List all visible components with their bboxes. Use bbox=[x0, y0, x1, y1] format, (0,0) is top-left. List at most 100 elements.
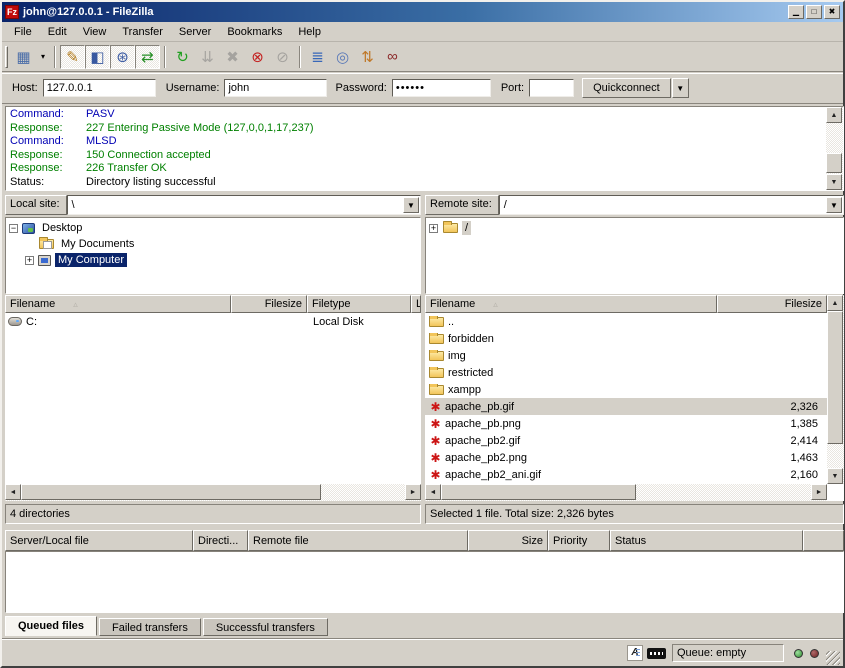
scroll-right-icon[interactable]: ► bbox=[405, 484, 421, 500]
file-row[interactable]: ✱apache_pb2.gif 2,414 bbox=[425, 432, 827, 449]
column-header-direction[interactable]: Directi... bbox=[193, 530, 248, 551]
scroll-thumb[interactable] bbox=[827, 311, 843, 444]
resize-grip[interactable] bbox=[826, 651, 840, 665]
scroll-left-icon[interactable]: ◄ bbox=[5, 484, 21, 500]
quickconnect-button[interactable]: Quickconnect bbox=[582, 78, 671, 98]
expand-icon[interactable]: + bbox=[429, 224, 438, 233]
scroll-down-icon[interactable]: ▼ bbox=[827, 468, 843, 484]
tree-item-root[interactable]: + / bbox=[429, 220, 843, 236]
scroll-right-icon[interactable]: ► bbox=[811, 484, 827, 500]
username-input[interactable] bbox=[224, 79, 327, 97]
site-manager-dropdown-icon[interactable]: ▾ bbox=[36, 45, 50, 69]
host-input[interactable] bbox=[43, 79, 156, 97]
column-header-status[interactable]: Status bbox=[610, 530, 803, 551]
toggle-local-tree-icon[interactable]: ◧ bbox=[85, 45, 110, 69]
menu-edit[interactable]: Edit bbox=[40, 23, 75, 41]
column-header-filename[interactable]: Filename▵ bbox=[425, 295, 717, 313]
tree-item-label[interactable]: Desktop bbox=[39, 221, 85, 235]
refresh-icon[interactable]: ↻ bbox=[170, 45, 195, 69]
site-manager-icon[interactable]: ▦ bbox=[11, 45, 36, 69]
combo-dropdown-icon[interactable]: ▼ bbox=[403, 197, 419, 213]
minimize-button[interactable]: ▁ bbox=[788, 5, 804, 19]
column-header-remote-file[interactable]: Remote file bbox=[248, 530, 468, 551]
tab-successful-transfers[interactable]: Successful transfers bbox=[203, 618, 328, 636]
scroll-thumb[interactable] bbox=[826, 153, 842, 173]
scroll-left-icon[interactable]: ◄ bbox=[425, 484, 441, 500]
remote-hscrollbar[interactable]: ◄ ► bbox=[425, 484, 827, 501]
tree-item-label[interactable]: / bbox=[462, 221, 471, 235]
scroll-thumb[interactable] bbox=[21, 484, 321, 500]
column-header-lastmodified[interactable]: L bbox=[411, 295, 421, 313]
reconnect-icon[interactable]: ⊘ bbox=[270, 45, 295, 69]
log-label: Status: bbox=[10, 176, 86, 190]
disk-drive-icon bbox=[8, 317, 22, 326]
filename-filters-icon[interactable]: ≣ bbox=[305, 45, 330, 69]
scroll-thumb[interactable] bbox=[441, 484, 636, 500]
menu-help[interactable]: Help bbox=[290, 23, 329, 41]
toggle-remote-tree-icon[interactable]: ⊛ bbox=[110, 45, 135, 69]
file-row[interactable]: restricted bbox=[425, 364, 827, 381]
directory-comparison-icon[interactable]: ◎ bbox=[330, 45, 355, 69]
find-files-icon[interactable]: ∞ bbox=[380, 45, 405, 69]
file-row[interactable]: ✱apache_pb2_ani.gif 2,160 bbox=[425, 466, 827, 483]
toggle-message-log-icon[interactable]: ✎ bbox=[60, 45, 85, 69]
sort-asc-icon: ▵ bbox=[73, 299, 78, 310]
toolbar-grip[interactable] bbox=[5, 46, 8, 68]
maximize-button[interactable]: □ bbox=[806, 5, 822, 19]
close-button[interactable]: ✖ bbox=[824, 5, 840, 19]
file-row[interactable]: .. bbox=[425, 313, 827, 330]
disconnect-icon[interactable]: ⊗ bbox=[245, 45, 270, 69]
tree-item-label[interactable]: My Documents bbox=[58, 237, 137, 251]
column-header-filesize[interactable]: Filesize bbox=[231, 295, 307, 313]
column-header-size[interactable]: Size bbox=[468, 530, 548, 551]
tab-failed-transfers[interactable]: Failed transfers bbox=[99, 618, 201, 636]
file-row[interactable]: img bbox=[425, 347, 827, 364]
tree-item-my-computer[interactable]: + My Computer bbox=[9, 252, 420, 268]
file-row-c-drive[interactable]: C: Local Disk bbox=[5, 313, 421, 330]
column-header-filesize[interactable]: Filesize bbox=[717, 295, 827, 313]
password-label: Password: bbox=[335, 82, 386, 94]
file-row[interactable]: forbidden bbox=[425, 330, 827, 347]
folder-icon bbox=[443, 223, 458, 233]
password-input[interactable] bbox=[392, 79, 491, 97]
column-header-filename[interactable]: Filename▵ bbox=[5, 295, 231, 313]
file-row[interactable]: ✱apache_pb.png 1,385 bbox=[425, 415, 827, 432]
menu-server[interactable]: Server bbox=[171, 23, 219, 41]
menu-view[interactable]: View bbox=[75, 23, 115, 41]
combo-dropdown-icon[interactable]: ▼ bbox=[826, 197, 842, 213]
file-row-selected[interactable]: ✱apache_pb.gif 2,326 bbox=[425, 398, 827, 415]
column-header-filetype[interactable]: Filetype bbox=[307, 295, 411, 313]
menu-transfer[interactable]: Transfer bbox=[114, 23, 171, 41]
remote-vscrollbar[interactable]: ▲ ▼ bbox=[827, 295, 844, 484]
local-site-value: \ bbox=[72, 199, 75, 211]
local-site-combobox[interactable]: \ ▼ bbox=[67, 195, 421, 215]
tree-item-label[interactable]: My Computer bbox=[55, 253, 127, 267]
collapse-icon[interactable]: − bbox=[9, 224, 18, 233]
log-scrollbar[interactable]: ▲ ▼ bbox=[826, 107, 843, 190]
port-input[interactable] bbox=[529, 79, 574, 97]
cancel-operation-icon[interactable]: ✖ bbox=[220, 45, 245, 69]
toggle-transfer-queue-icon[interactable]: ⇄ bbox=[135, 45, 160, 69]
title-bar[interactable]: Fz john@127.0.0.1 - FileZilla ▁ □ ✖ bbox=[2, 2, 843, 22]
speed-limit-icon[interactable] bbox=[647, 648, 666, 659]
tree-item-desktop[interactable]: − Desktop bbox=[9, 220, 420, 236]
menu-file[interactable]: File bbox=[6, 23, 40, 41]
local-hscrollbar[interactable]: ◄ ► bbox=[5, 484, 421, 501]
remote-site-combobox[interactable]: / ▼ bbox=[499, 195, 844, 215]
column-header-priority[interactable]: Priority bbox=[548, 530, 610, 551]
process-queue-icon[interactable]: ⇊ bbox=[195, 45, 220, 69]
tree-item-my-documents[interactable]: My Documents bbox=[9, 236, 420, 252]
tab-queued-files[interactable]: Queued files bbox=[5, 616, 97, 636]
synchronized-browsing-icon[interactable]: ⇅ bbox=[355, 45, 380, 69]
file-row[interactable]: xampp bbox=[425, 381, 827, 398]
column-header-server-local-file[interactable]: Server/Local file bbox=[5, 530, 193, 551]
scroll-up-icon[interactable]: ▲ bbox=[827, 295, 843, 311]
quickconnect-dropdown-icon[interactable]: ▼ bbox=[672, 78, 689, 98]
image-file-icon: ✱ bbox=[428, 469, 443, 481]
remote-tree: + / bbox=[425, 217, 844, 294]
scroll-down-icon[interactable]: ▼ bbox=[826, 174, 842, 190]
expand-icon[interactable]: + bbox=[25, 256, 34, 265]
scroll-up-icon[interactable]: ▲ bbox=[826, 107, 842, 123]
file-row[interactable]: ✱apache_pb2.png 1,463 bbox=[425, 449, 827, 466]
menu-bookmarks[interactable]: Bookmarks bbox=[219, 23, 290, 41]
